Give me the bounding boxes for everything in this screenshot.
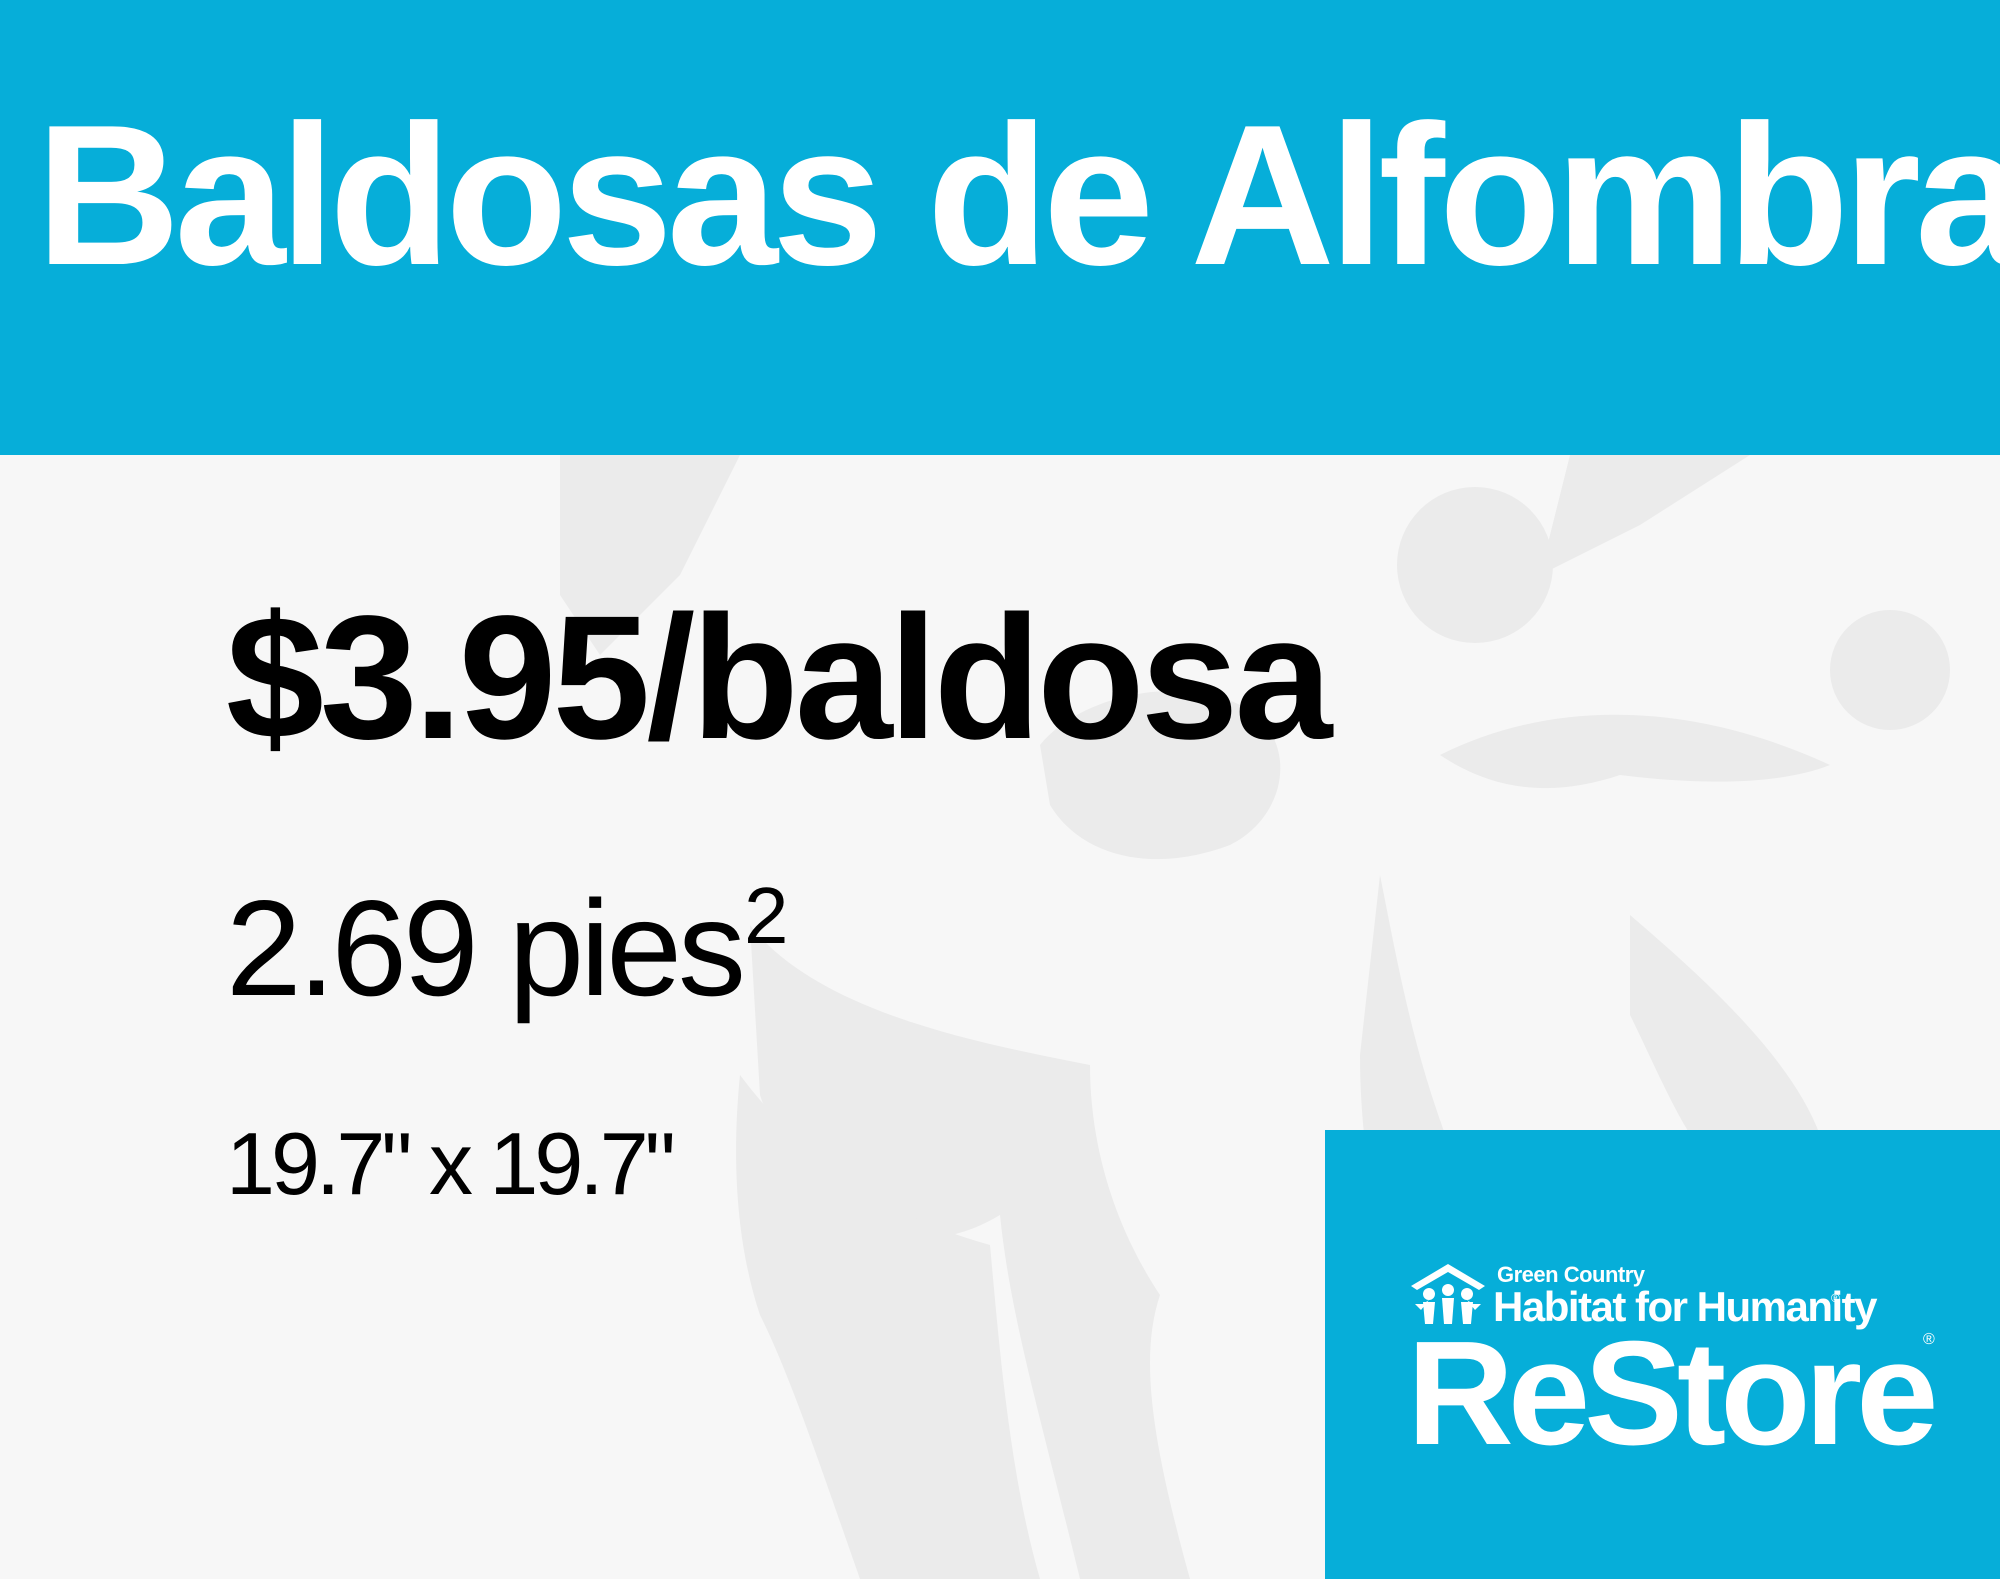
restore-logo-panel: Green Country Habitat for Humanity ® ReS… [1325, 1130, 2000, 1579]
brand-name: ReStore [1407, 1311, 1939, 1476]
brand-registered-mark: ® [1923, 1331, 1935, 1348]
tile-area: 2.69 pies2 [226, 876, 788, 1017]
price-per-tile: $3.95/baldosa [226, 580, 1332, 776]
area-value: 2.69 pies [226, 872, 746, 1024]
restore-logo: Green Country Habitat for Humanity ® ReS… [1407, 1260, 1967, 1490]
title-banner: Baldosas de Alfombra [0, 0, 2000, 455]
tile-dimensions: 19.7" x 19.7" [226, 1114, 676, 1213]
product-title: Baldosas de Alfombra [36, 84, 2000, 307]
org-registered-mark: ® [1831, 1291, 1840, 1305]
area-unit-superscript: 2 [743, 871, 788, 960]
